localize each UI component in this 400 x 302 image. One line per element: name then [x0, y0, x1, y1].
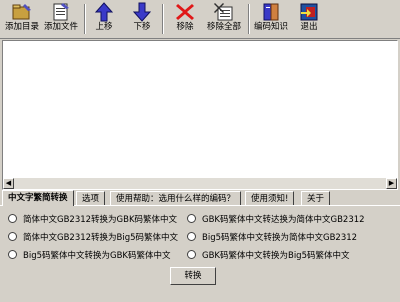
option-gb2312-to-gbk[interactable]: 简体中文GB2312转换为GBK码繁体中文	[8, 214, 177, 226]
add-file-button[interactable]: 添加文件	[42, 2, 80, 36]
tab-conversion[interactable]: 中文字繁简转换	[2, 190, 74, 206]
option-big5-to-gb2312[interactable]: Big5码繁体中文转换为简体中文GB2312	[187, 232, 357, 244]
option-gb2312-to-big5[interactable]: 简体中文GB2312转换为Big5码繁体中文	[8, 232, 178, 244]
remove-x-icon	[176, 4, 194, 20]
exit-door-icon	[300, 3, 318, 21]
file-add-icon	[53, 3, 69, 21]
add-dir-label: 添加目录	[4, 22, 39, 32]
radio-button[interactable]	[8, 232, 17, 241]
option-label: 简体中文GB2312转换为GBK码繁体中文	[23, 215, 178, 225]
book-icon	[263, 3, 279, 21]
option-label: Big5码繁体中文转换为简体中文GB2312	[202, 233, 358, 243]
folder-add-icon	[12, 4, 31, 20]
move-down-button[interactable]: 下移	[128, 2, 156, 36]
remove-label: 移除	[176, 22, 194, 32]
tab-strip: 中文字繁简转换 选项 使用帮助：选用什么样的编码？ 使用须知! 关于	[0, 190, 400, 206]
remove-all-button[interactable]: 移除全部	[204, 2, 244, 36]
move-up-button[interactable]: 上移	[90, 2, 118, 36]
move-down-label: 下移	[133, 22, 151, 32]
arrow-up-icon	[94, 2, 114, 22]
exit-button[interactable]: 退出	[295, 2, 323, 36]
move-up-label: 上移	[95, 22, 113, 32]
radio-button[interactable]	[187, 214, 196, 223]
scroll-left-button[interactable]: ◀	[3, 178, 14, 189]
option-label: 简体中文GB2312转换为Big5码繁体中文	[23, 233, 179, 243]
toolbar-separator	[84, 4, 86, 34]
option-gbk-to-gb2312[interactable]: GBK码繁体中文转达换为简体中文GB2312	[187, 214, 365, 226]
option-big5-to-gbk[interactable]: Big5码繁体中文转换为GBK码繁体中文	[8, 250, 171, 262]
arrow-down-icon	[132, 2, 152, 22]
radio-button[interactable]	[187, 232, 196, 241]
option-gbk-to-big5[interactable]: GBK码繁体中文转换为Big5码繁体中文	[187, 250, 350, 262]
radio-button[interactable]	[187, 250, 196, 259]
encoding-info-label: 编码知识	[253, 22, 288, 32]
exit-label: 退出	[300, 22, 318, 32]
toolbar-separator	[162, 4, 164, 34]
scroll-right-button[interactable]: ▶	[386, 178, 397, 189]
option-label: Big5码繁体中文转换为GBK码繁体中文	[23, 251, 171, 261]
remove-all-label: 移除全部	[206, 22, 241, 32]
tab-options[interactable]: 选项	[76, 191, 106, 205]
option-label: GBK码繁体中文转换为Big5码繁体中文	[202, 251, 350, 261]
tab-notice[interactable]: 使用须知!	[245, 191, 295, 205]
add-dir-button[interactable]: 添加目录	[3, 2, 41, 36]
add-file-label: 添加文件	[43, 22, 78, 32]
tab-about[interactable]: 关于	[301, 191, 331, 205]
encoding-info-button[interactable]: 编码知识	[252, 2, 290, 36]
horizontal-scrollbar[interactable]: ◀ ▶	[3, 178, 397, 189]
tab-help[interactable]: 使用帮助：选用什么样的编码？	[110, 191, 242, 205]
toolbar: 添加目录 添加文件 上移 下移 移除 移除全部 编码知识 退出	[0, 0, 400, 39]
option-label: GBK码繁体中文转达换为简体中文GB2312	[202, 215, 365, 225]
remove-button[interactable]: 移除	[170, 2, 200, 36]
toolbar-separator	[248, 4, 250, 34]
remove-all-icon	[214, 3, 233, 21]
convert-button[interactable]: 转换	[170, 267, 216, 285]
conversion-panel: 简体中文GB2312转换为GBK码繁体中文 简体中文GB2312转换为Big5码…	[0, 205, 400, 302]
file-list[interactable]: ◀ ▶	[2, 40, 398, 190]
radio-button[interactable]	[8, 250, 17, 259]
radio-button[interactable]	[8, 214, 17, 223]
